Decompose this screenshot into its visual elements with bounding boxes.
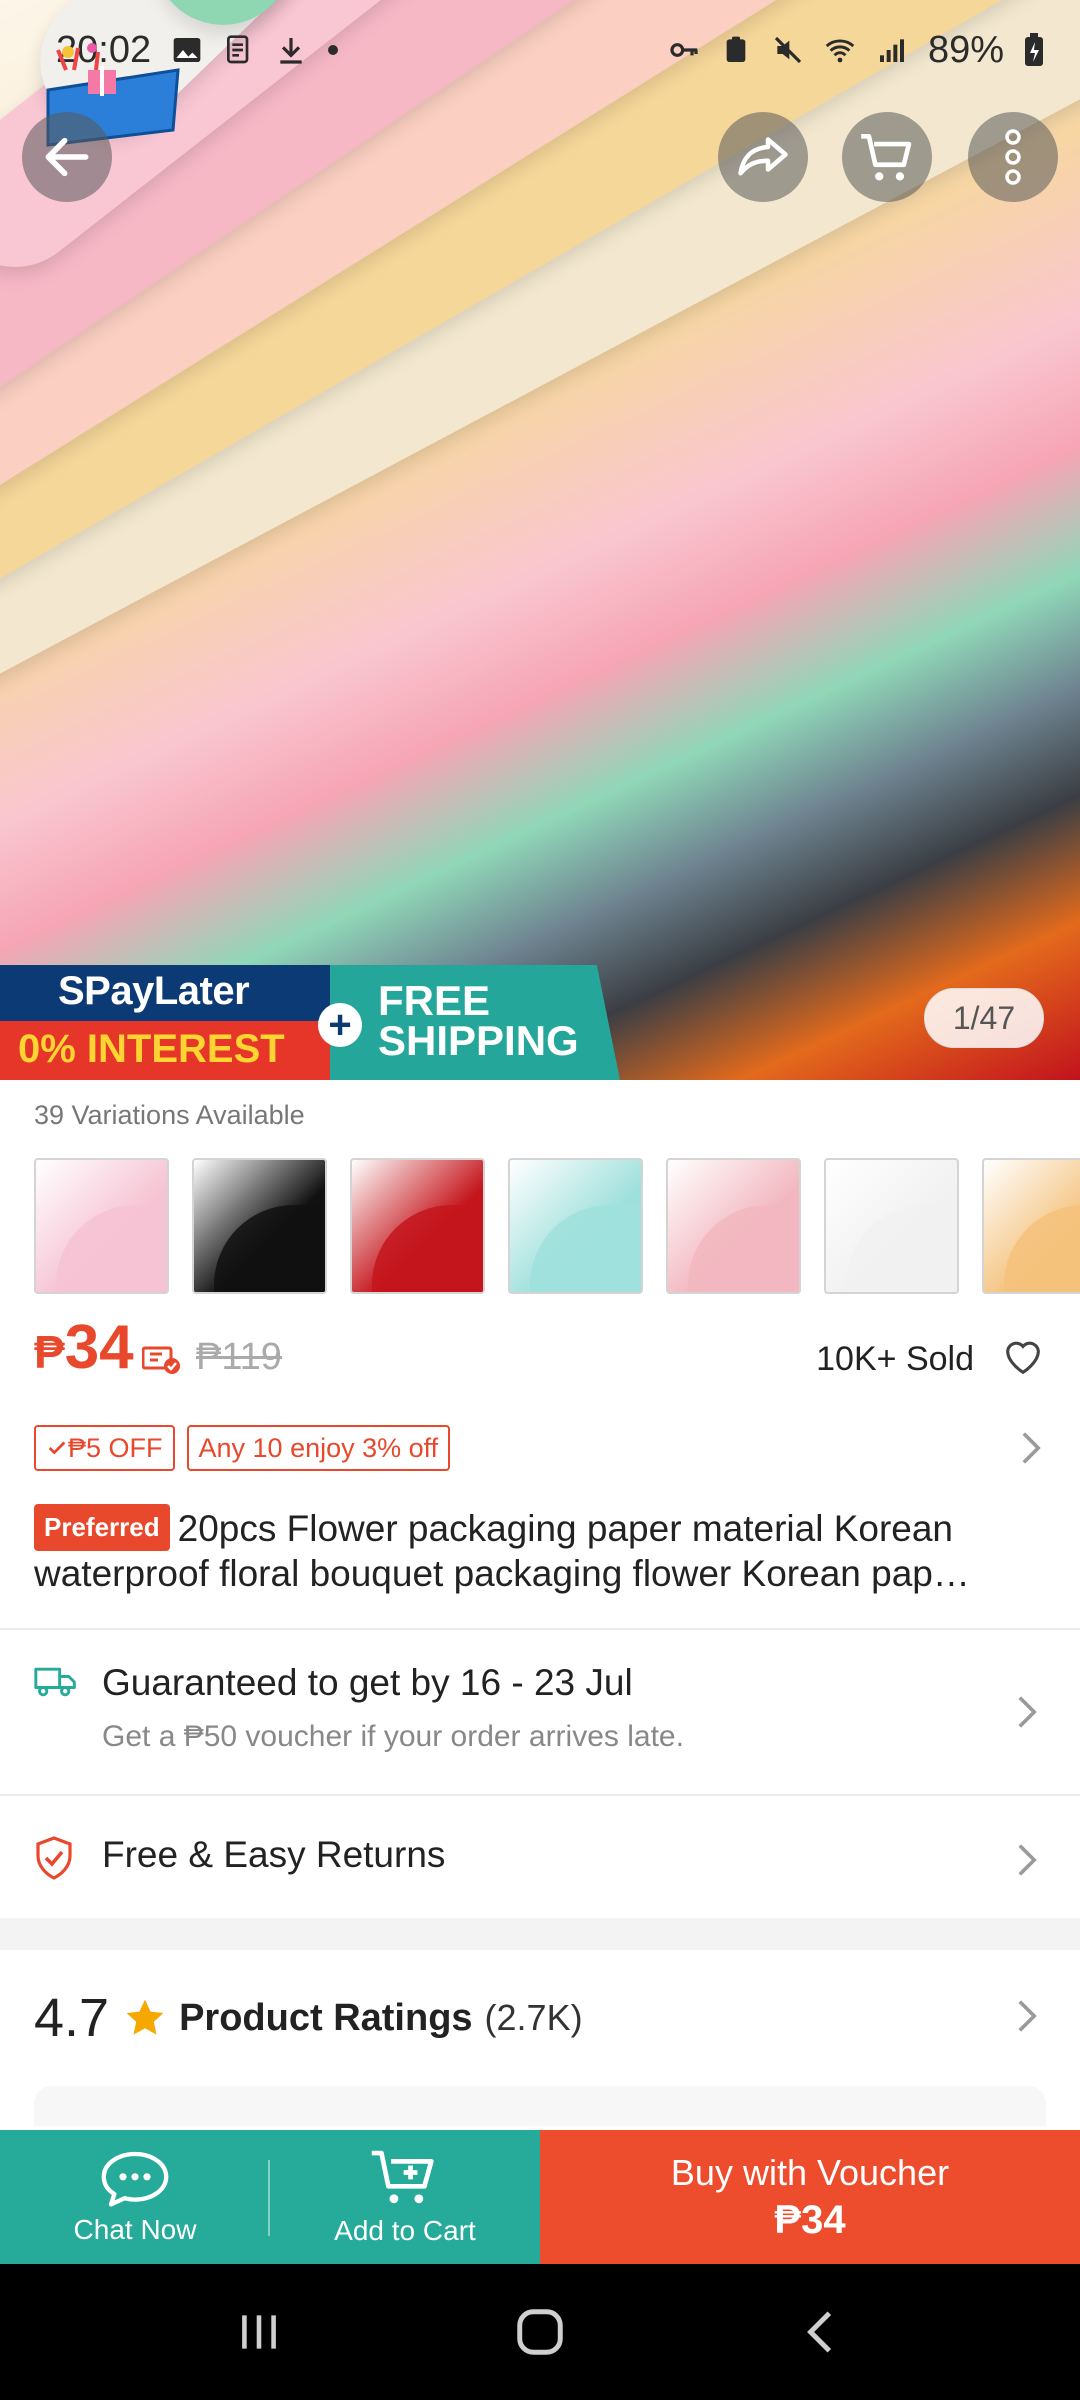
section-separator — [0, 1918, 1080, 1950]
delivery-voucher-note: Get a ₱50 voucher if your order arrives … — [102, 1720, 684, 1753]
home-icon[interactable] — [513, 2305, 567, 2359]
arrow-left-icon — [45, 137, 89, 177]
free-label: FREE — [378, 977, 491, 1024]
signal-icon — [879, 39, 904, 62]
add-to-cart-icon — [371, 2150, 434, 2204]
back-nav-icon[interactable] — [796, 2307, 846, 2357]
ratings-label: Product Ratings — [179, 1996, 473, 2039]
chevron-right-icon — [1018, 1696, 1037, 1728]
chevron-right-icon — [1022, 1432, 1041, 1464]
variation-swatch-rose[interactable] — [666, 1158, 801, 1294]
mute-icon — [774, 36, 802, 64]
key-icon — [670, 43, 698, 57]
divider — [0, 1794, 1080, 1796]
shield-check-icon — [36, 1836, 72, 1880]
sold-count: 10K+ Sold — [816, 1340, 974, 1378]
swatch-fold — [56, 1205, 167, 1292]
spaylater-label: SPayLater — [58, 969, 250, 1013]
more-options-button[interactable] — [968, 112, 1058, 202]
voucher-applied-icon — [142, 1346, 180, 1374]
product-ratings-row[interactable]: 4.7 Product Ratings (2.7K) — [34, 1988, 1046, 2048]
discount-tag-label: ₱5 OFF — [68, 1432, 163, 1463]
variations-label: 39 Variations Available — [34, 1100, 305, 1130]
swatch-fold — [530, 1205, 641, 1292]
status-right: 89% — [668, 29, 1044, 72]
dot-icon — [328, 45, 339, 55]
interest-label: 0% INTEREST — [0, 1021, 350, 1080]
variation-swatch-peach[interactable] — [982, 1158, 1080, 1294]
check-icon — [48, 1441, 66, 1455]
preferred-badge: Preferred — [34, 1504, 170, 1551]
delivery-truck-icon — [34, 1667, 76, 1697]
back-button[interactable] — [22, 112, 112, 202]
recent-apps-icon[interactable] — [234, 2307, 284, 2357]
clipboard-icon — [726, 36, 746, 62]
promo-banner: SPayLater 0% INTEREST FREE SHIPPING + — [0, 965, 620, 1080]
review-card-peek — [34, 2086, 1046, 2126]
swatch-fold — [372, 1205, 483, 1292]
document-notification-icon — [227, 35, 249, 64]
variation-swatch-white[interactable] — [824, 1158, 959, 1294]
chevron-right-icon — [1018, 2000, 1037, 2032]
chat-now-button[interactable]: Chat Now — [0, 2130, 270, 2264]
share-button[interactable] — [718, 112, 808, 202]
add-to-cart-button[interactable]: Add to Cart — [270, 2130, 540, 2264]
title-line-2: waterproof floral bouquet packaging flow… — [34, 1553, 970, 1594]
bundle-tag: Any 10 enjoy 3% off — [186, 1425, 451, 1471]
battery-percent: 89% — [927, 28, 1004, 71]
rating-score: 4.7 — [34, 1988, 110, 2048]
price-row: ₱34 ₱119 10K+ Sold — [34, 1312, 1046, 1402]
free-returns-title: Free & Easy Returns — [102, 1834, 446, 1875]
more-vertical-icon — [1005, 129, 1021, 185]
currency-symbol: ₱ — [34, 1326, 65, 1378]
discount-tag: ₱5 OFF — [34, 1425, 175, 1471]
add-to-cart-label: Add to Cart — [334, 2215, 476, 2246]
variation-swatch-pink[interactable] — [34, 1158, 169, 1294]
heart-icon[interactable] — [1000, 1334, 1046, 1380]
share-icon — [738, 137, 788, 176]
bundle-tag-label: Any 10 enjoy 3% off — [198, 1432, 439, 1463]
delivery-guarantee-title: Guaranteed to get by 16 - 23 Jul — [102, 1662, 633, 1703]
battery-icon — [1025, 33, 1043, 66]
price-amount: 34 — [64, 1313, 134, 1382]
swatch-fold — [688, 1205, 799, 1292]
spaylater-promo: SPayLater 0% INTEREST — [0, 965, 350, 1080]
buy-button-label: Buy with Voucher — [670, 2151, 950, 2193]
plus-icon: + — [318, 1003, 362, 1047]
secondary-actions: Chat Now Add to Cart — [0, 2130, 540, 2264]
buy-with-voucher-button[interactable]: Buy with Voucher ₱34 — [540, 2130, 1080, 2264]
bottom-action-bar: Chat Now Add to Cart Buy with Voucher ₱3… — [0, 2130, 1080, 2264]
chat-now-label: Chat Now — [73, 2214, 197, 2245]
free-shipping-promo: FREE SHIPPING — [330, 965, 620, 1080]
chat-bubble-icon — [101, 2151, 169, 2207]
chevron-right-icon — [1018, 1844, 1037, 1876]
ratings-count: (2.7K) — [484, 1997, 583, 2038]
variation-swatch-mint[interactable] — [508, 1158, 643, 1294]
cart-icon — [861, 134, 912, 181]
download-icon — [280, 38, 302, 64]
variation-swatch-red[interactable] — [350, 1158, 485, 1294]
product-title: Preferred 20pcs Flower packaging paper ma… — [34, 1504, 1046, 1596]
separator — [268, 2160, 270, 2236]
system-navigation-bar — [0, 2264, 1080, 2400]
title-line-1: Preferred 20pcs Flower packaging paper ma… — [34, 1504, 1046, 1551]
wifi-icon — [825, 39, 855, 63]
shipping-guarantee-row[interactable]: Guaranteed to get by 16 - 23 Jul Get a ₱… — [0, 1662, 1080, 1792]
original-price: ₱119 — [196, 1336, 282, 1378]
free-returns-row[interactable]: Free & Easy Returns — [0, 1834, 1080, 1894]
swatch-fold — [214, 1205, 325, 1292]
variation-swatches — [34, 1158, 1080, 1294]
current-price: ₱34 — [34, 1312, 134, 1383]
swatch-fold — [1004, 1205, 1080, 1292]
title-line-1-text: 20pcs Flower packaging paper material Ko… — [177, 1508, 953, 1549]
swatch-fold — [846, 1205, 957, 1292]
image-counter: 1/47 — [924, 988, 1044, 1048]
variation-swatch-black[interactable] — [192, 1158, 327, 1294]
star-icon — [126, 1999, 164, 2035]
divider — [0, 1628, 1080, 1630]
promotion-tags[interactable]: ₱5 OFF Any 10 enjoy 3% off — [34, 1424, 1046, 1472]
shipping-label: SHIPPING — [378, 1017, 579, 1064]
buy-button-price: ₱34 — [774, 2197, 846, 2242]
cart-button[interactable] — [842, 112, 932, 202]
